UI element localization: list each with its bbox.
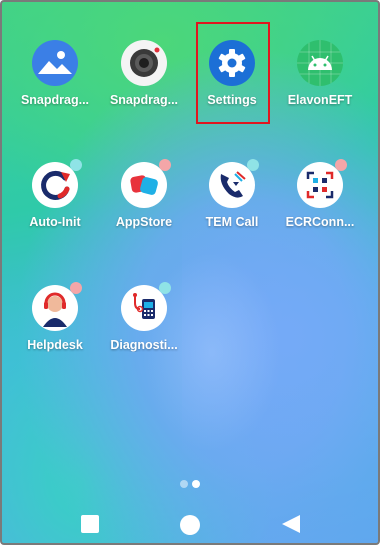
app-ecrconnect[interactable]: ECRConn... (275, 159, 365, 242)
app-helpdesk[interactable]: Helpdesk (10, 282, 100, 365)
app-label: TEM Call (205, 215, 259, 229)
app-auto-init[interactable]: Auto-Init (10, 159, 100, 242)
app-diagnostics[interactable]: Diagnosti... (99, 282, 189, 365)
back-icon[interactable] (281, 514, 301, 539)
home-screen: Snapdrag... Snapdrag... Settings ElavonE… (0, 0, 380, 545)
recents-icon[interactable] (80, 514, 100, 539)
app-label: Helpdesk (27, 338, 83, 352)
app-tem-call[interactable]: TEM Call (187, 159, 277, 242)
app-label: ECRConn... (285, 215, 355, 229)
app-label: Diagnosti... (110, 338, 178, 352)
notification-dot (335, 159, 347, 171)
gallery-icon (32, 40, 78, 86)
page-dot-1[interactable] (180, 480, 188, 488)
app-label: Snapdrag... (109, 93, 179, 107)
notification-dot (70, 159, 82, 171)
navigation-bar (2, 510, 378, 540)
notification-dot (159, 282, 171, 294)
page-indicator (180, 475, 204, 488)
app-label: Auto-Init (29, 215, 81, 229)
app-label: AppStore (115, 215, 173, 229)
app-snapdragon-gallery[interactable]: Snapdrag... (10, 40, 100, 120)
app-snapdragon-camera[interactable]: Snapdrag... (99, 40, 189, 120)
home-icon[interactable] (179, 514, 201, 541)
camera-icon (121, 40, 167, 86)
app-label: ElavonEFT (287, 93, 353, 107)
notification-dot (70, 282, 82, 294)
page-dot-2-active[interactable] (192, 480, 200, 488)
settings-highlight-box (196, 22, 270, 124)
android-icon (297, 40, 343, 86)
notification-dot (159, 159, 171, 171)
app-label: Snapdrag... (20, 93, 90, 107)
app-appstore[interactable]: AppStore (99, 159, 189, 242)
app-elavoneft[interactable]: ElavonEFT (275, 40, 365, 120)
notification-dot (247, 159, 259, 171)
